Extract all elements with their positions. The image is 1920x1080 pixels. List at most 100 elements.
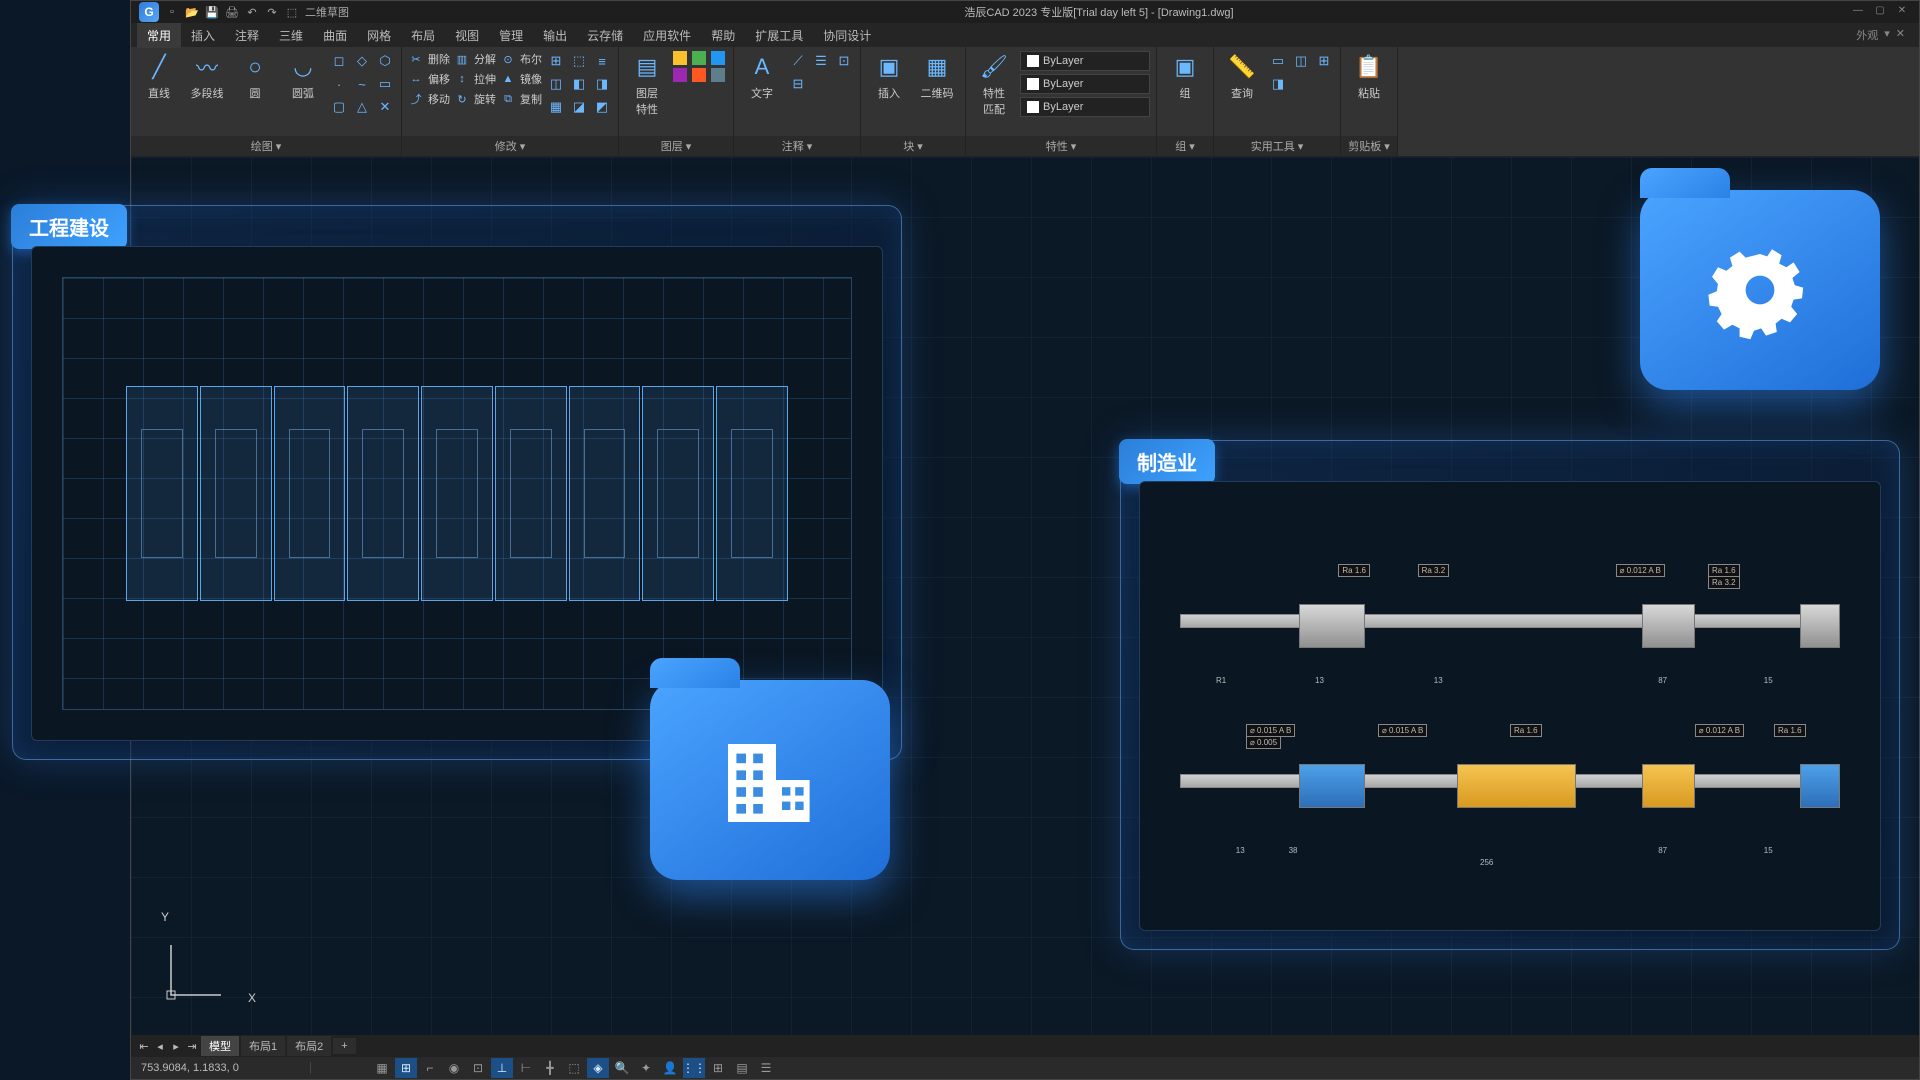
status-toggle-0[interactable]: ▦: [371, 1058, 393, 1078]
tool-特性 匹配[interactable]: 🖌特性匹配: [972, 51, 1016, 117]
status-toggle-1[interactable]: ⊞: [395, 1058, 417, 1078]
ribbon-tab-2[interactable]: 注释: [225, 23, 269, 48]
tool-small[interactable]: ▭: [1268, 51, 1288, 71]
status-toggle-6[interactable]: ⊢: [515, 1058, 537, 1078]
tool-偏移[interactable]: ↔偏移: [408, 71, 450, 87]
tool-small[interactable]: ◫: [546, 74, 566, 94]
tool-small[interactable]: ⊟: [788, 74, 808, 94]
layout-tab-布局2[interactable]: 布局2: [287, 1036, 331, 1056]
ribbon-close-icon[interactable]: ✕: [1896, 27, 1905, 43]
workspace-label[interactable]: 二维草图: [305, 5, 349, 19]
tool-small[interactable]: ◨: [1268, 74, 1288, 94]
status-toggle-5[interactable]: ⊥: [491, 1058, 513, 1078]
tool-small[interactable]: ◫: [1291, 51, 1311, 71]
ribbon-tab-1[interactable]: 插入: [181, 23, 225, 48]
tool-拉伸[interactable]: ↕拉伸: [454, 71, 496, 87]
ribbon-tab-0[interactable]: 常用: [137, 23, 181, 48]
tool-small[interactable]: ⊞: [1314, 51, 1334, 71]
undo-icon[interactable]: ↶: [245, 5, 259, 19]
close-btn[interactable]: ✕: [1893, 5, 1911, 19]
layer-swatch[interactable]: [692, 68, 706, 82]
tool-删除[interactable]: ✂删除: [408, 51, 450, 67]
tab-next-icon[interactable]: ▸: [169, 1040, 183, 1053]
tool-粘贴[interactable]: 📋粘贴: [1347, 51, 1391, 101]
tool-圆弧[interactable]: ◡圆弧: [281, 51, 325, 101]
tool-small[interactable]: ⬡: [375, 51, 395, 71]
tool-直线[interactable]: ╱直线: [137, 51, 181, 101]
tool-small[interactable]: ▢: [329, 97, 349, 117]
status-toggle-4[interactable]: ⊡: [467, 1058, 489, 1078]
tool-small[interactable]: ·: [329, 74, 349, 94]
status-toggle-9[interactable]: ◈: [587, 1058, 609, 1078]
panel-title[interactable]: 特性 ▾: [966, 136, 1156, 156]
panel-title[interactable]: 组 ▾: [1157, 136, 1213, 156]
layer-swatch[interactable]: [673, 51, 687, 65]
appearance-label[interactable]: 外观: [1856, 27, 1878, 43]
tool-small[interactable]: ⬚: [569, 51, 589, 71]
ribbon-tab-7[interactable]: 视图: [445, 23, 489, 48]
tool-查询[interactable]: 📏查询: [1220, 51, 1264, 101]
minimize-btn[interactable]: —: [1849, 5, 1867, 19]
tool-复制[interactable]: ⧉复制: [500, 91, 542, 107]
tool-多段线[interactable]: 〰多段线: [185, 51, 229, 101]
status-toggle-13[interactable]: ⋮⋮: [683, 1058, 705, 1078]
cube-icon[interactable]: ⬚: [285, 5, 299, 19]
tool-small[interactable]: ⊞: [546, 51, 566, 71]
layer-swatch[interactable]: [673, 68, 687, 82]
property-field[interactable]: ByLayer: [1020, 97, 1150, 117]
tool-small[interactable]: ◇: [352, 51, 372, 71]
open-icon[interactable]: 📂: [185, 5, 199, 19]
status-toggle-3[interactable]: ◉: [443, 1058, 465, 1078]
tool-插入[interactable]: ▣插入: [867, 51, 911, 101]
property-field[interactable]: ByLayer: [1020, 74, 1150, 94]
ribbon-tab-10[interactable]: 云存储: [577, 23, 633, 48]
tool-small[interactable]: ▭: [375, 74, 395, 94]
panel-title[interactable]: 图层 ▾: [619, 136, 733, 156]
status-toggle-10[interactable]: 🔍: [611, 1058, 633, 1078]
layer-swatch[interactable]: [711, 68, 725, 82]
layer-swatch[interactable]: [692, 51, 706, 65]
ribbon-tab-9[interactable]: 输出: [533, 23, 577, 48]
status-toggle-8[interactable]: ⬚: [563, 1058, 585, 1078]
status-toggle-11[interactable]: ✦: [635, 1058, 657, 1078]
status-toggle-15[interactable]: ▤: [731, 1058, 753, 1078]
ribbon-tab-14[interactable]: 协同设计: [813, 23, 881, 48]
tool-small[interactable]: ⊡: [834, 51, 854, 71]
maximize-btn[interactable]: ▢: [1871, 5, 1889, 19]
new-icon[interactable]: ▫: [165, 5, 179, 19]
tool-分解[interactable]: ▥分解: [454, 51, 496, 67]
tab-prev-icon[interactable]: ◂: [153, 1040, 167, 1053]
print-icon[interactable]: 🖨: [225, 5, 239, 19]
ribbon-tab-13[interactable]: 扩展工具: [745, 23, 813, 48]
layer-swatch[interactable]: [711, 51, 725, 65]
tool-small[interactable]: ◪: [569, 97, 589, 117]
tab-last-icon[interactable]: ⇥: [185, 1040, 199, 1053]
tool-small[interactable]: ▦: [546, 97, 566, 117]
property-field[interactable]: ByLayer: [1020, 51, 1150, 71]
tool-镜像[interactable]: ▲镜像: [500, 71, 542, 87]
tool-二维码[interactable]: ▦二维码: [915, 51, 959, 101]
tab-first-icon[interactable]: ⇤: [137, 1040, 151, 1053]
app-logo[interactable]: G: [139, 2, 159, 22]
tool-布尔[interactable]: ⊙布尔: [500, 51, 542, 67]
tool-small[interactable]: ◨: [592, 74, 612, 94]
ribbon-tab-6[interactable]: 布局: [401, 23, 445, 48]
tool-图层 特性[interactable]: ▤图层特性: [625, 51, 669, 117]
panel-title[interactable]: 实用工具 ▾: [1214, 136, 1340, 156]
status-toggle-12[interactable]: 👤: [659, 1058, 681, 1078]
layout-tab-模型[interactable]: 模型: [201, 1036, 239, 1056]
ribbon-tab-4[interactable]: 曲面: [313, 23, 357, 48]
tool-small[interactable]: △: [352, 97, 372, 117]
status-toggle-16[interactable]: ☰: [755, 1058, 777, 1078]
ribbon-min-icon[interactable]: ▾: [1884, 27, 1890, 43]
tool-组[interactable]: ▣组: [1163, 51, 1207, 101]
ribbon-tab-8[interactable]: 管理: [489, 23, 533, 48]
ribbon-tab-11[interactable]: 应用软件: [633, 23, 701, 48]
tool-small[interactable]: ◻: [329, 51, 349, 71]
tool-small[interactable]: ✕: [375, 97, 395, 117]
panel-title[interactable]: 剪贴板 ▾: [1341, 136, 1397, 156]
panel-title[interactable]: 修改 ▾: [402, 136, 618, 156]
tool-圆[interactable]: ○圆: [233, 51, 277, 101]
tool-small[interactable]: ◩: [592, 97, 612, 117]
panel-title[interactable]: 绘图 ▾: [131, 136, 401, 156]
